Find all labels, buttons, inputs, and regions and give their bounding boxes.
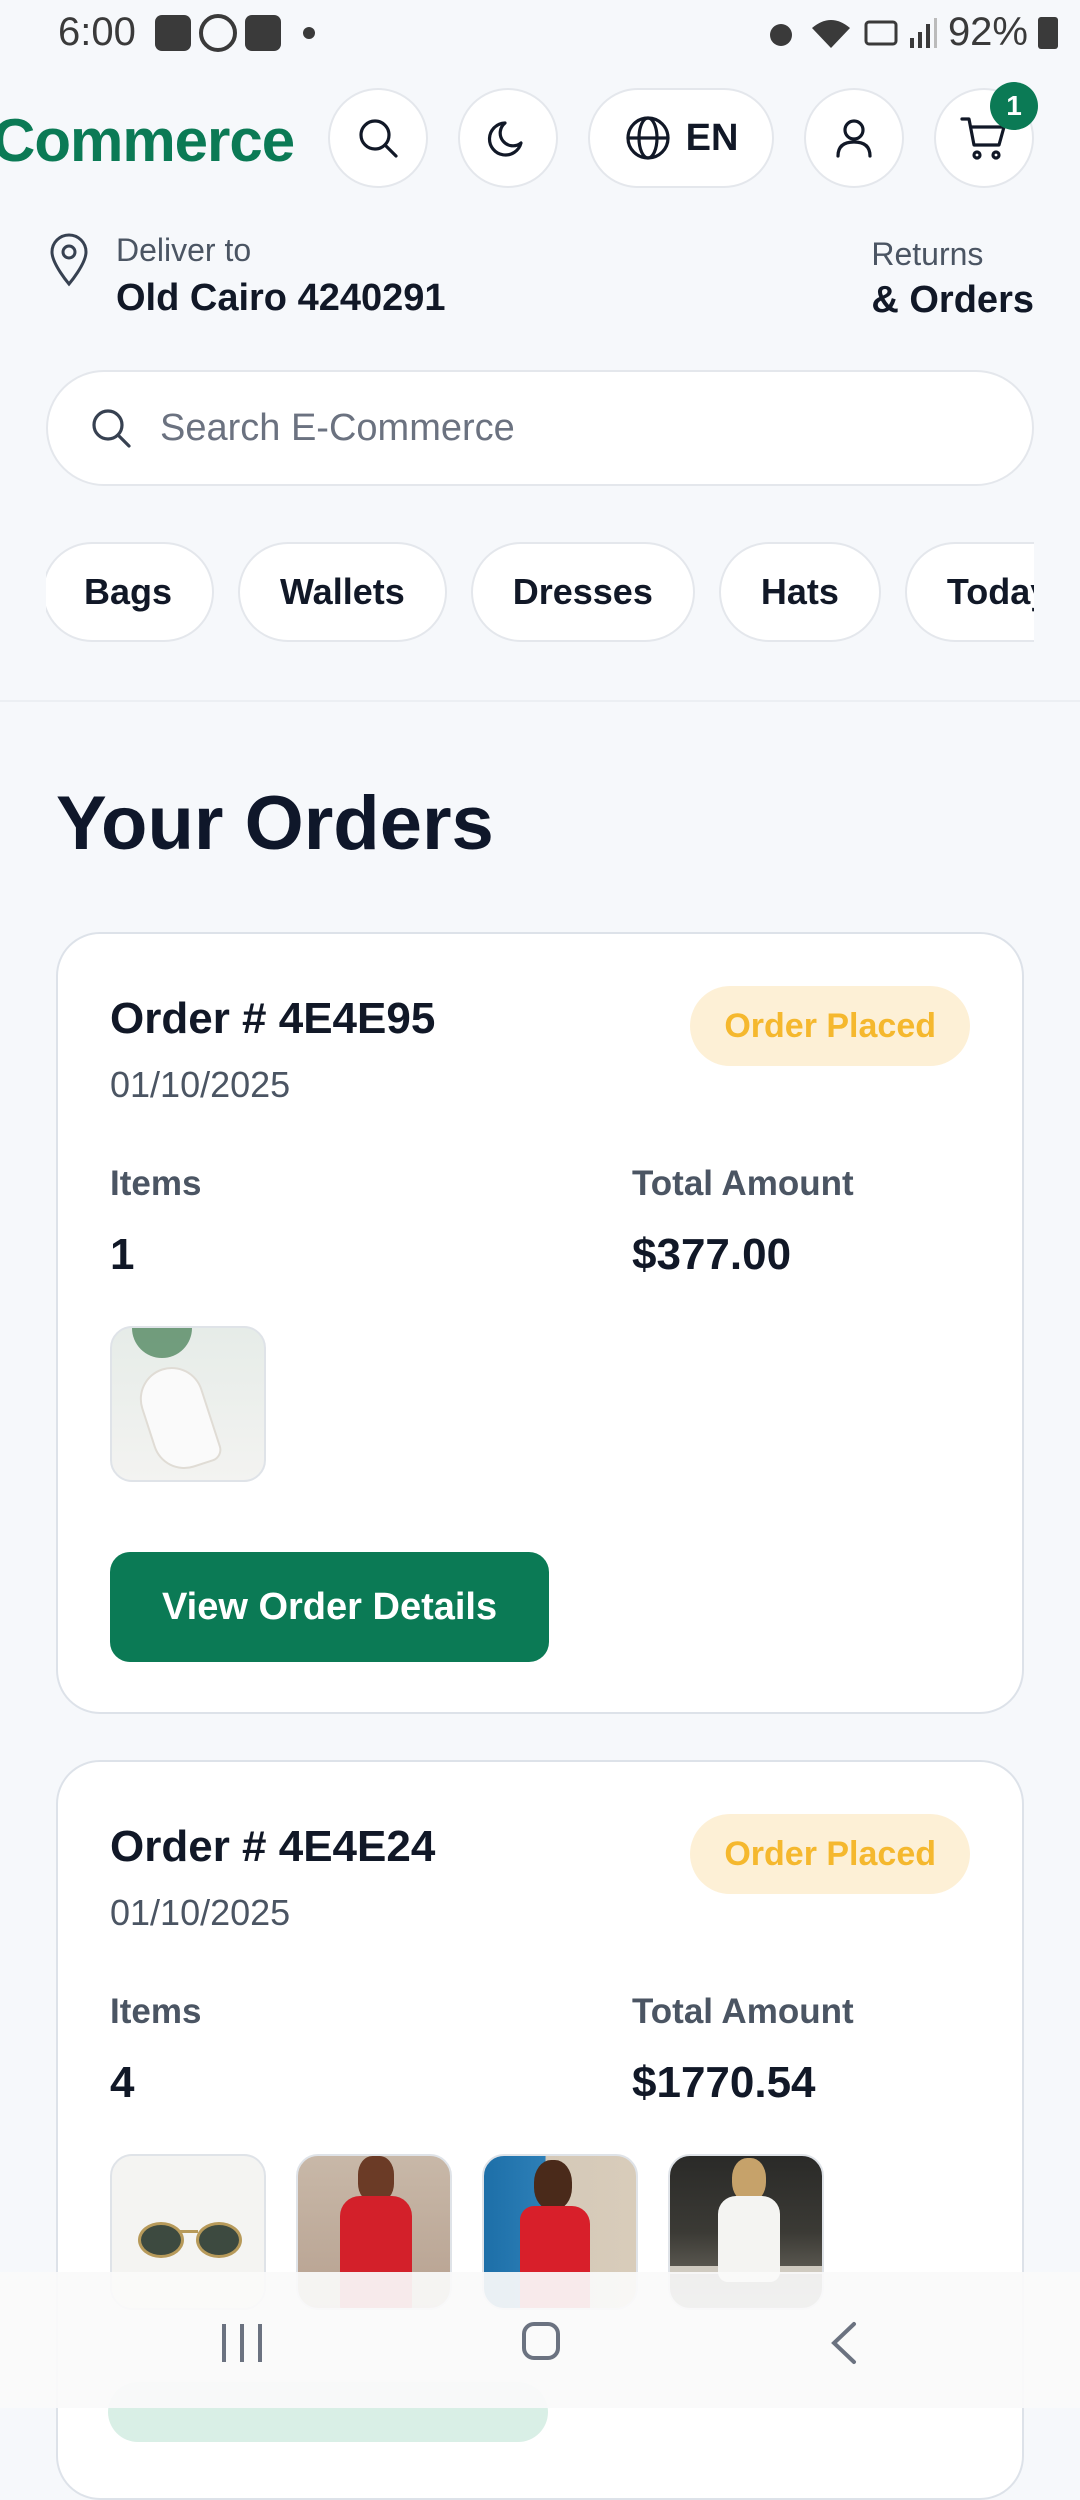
system-nav-bar [0, 2272, 1080, 2408]
alarm-icon [769, 23, 792, 46]
items-label: Items [110, 1164, 202, 1203]
status-time: 6:00 [58, 10, 136, 54]
youtube-icon [245, 15, 281, 51]
lte-icon [864, 20, 898, 45]
search-icon [92, 409, 131, 448]
category-chip-dresses[interactable]: Dresses [470, 542, 695, 642]
more-notifications-icon [303, 27, 315, 39]
battery-percent: 92% [947, 10, 1028, 54]
status-bar: 6:00 92% [0, 0, 1080, 70]
returns-label: Returns [871, 236, 984, 272]
globe-icon [625, 116, 670, 160]
items-label: Items [110, 1992, 202, 2031]
items-count: 1 [110, 1230, 135, 1279]
total-amount: $1770.54 [632, 2058, 816, 2107]
theme-toggle-button[interactable] [458, 88, 558, 188]
total-amount-label: Total Amount [632, 1164, 854, 1203]
total-amount-label: Total Amount [632, 1992, 854, 2031]
language-label: EN [685, 116, 739, 159]
cart-button[interactable]: 1 [934, 82, 1038, 188]
notification-icons [155, 14, 315, 52]
order-card: Order # 4E4E95 01/10/2025 Order Placed I… [56, 932, 1024, 1714]
moon-icon [487, 121, 523, 157]
account-button[interactable] [804, 88, 904, 188]
category-chips: Bags Wallets Dresses Hats Today's [46, 542, 1034, 646]
view-order-details-button[interactable]: View Order Details [110, 1552, 550, 1662]
system-icons: 92% [764, 10, 1058, 55]
status-badge: Order Placed [690, 986, 970, 1066]
order-thumbnails [110, 1326, 266, 1482]
home-button[interactable] [522, 2322, 560, 2360]
page-title: Your Orders [56, 781, 494, 866]
location-pin-icon [46, 232, 92, 320]
cart-count-badge: 1 [990, 82, 1038, 130]
search-input[interactable] [158, 405, 962, 451]
white-heels-image[interactable] [110, 1326, 266, 1482]
status-badge: Order Placed [690, 1814, 970, 1894]
deliver-to-selector[interactable]: Deliver to Old Cairo 4240291 [46, 232, 446, 320]
order-date: 01/10/2025 [110, 1892, 291, 1933]
search-button[interactable] [328, 88, 428, 188]
returns-orders-link[interactable]: Returns & Orders [871, 236, 1034, 322]
deliver-to-label: Deliver to [116, 232, 252, 268]
recents-button[interactable] [222, 2324, 262, 2362]
order-number: Order # 4E4E24 [110, 1822, 436, 1871]
total-amount: $377.00 [632, 1230, 792, 1279]
user-icon [836, 119, 872, 158]
signal-icon [909, 17, 937, 48]
category-chip-bags[interactable]: Bags [46, 542, 215, 642]
order-number: Order # 4E4E95 [110, 994, 436, 1043]
search-icon [359, 119, 398, 158]
divider [0, 700, 1080, 702]
order-date: 01/10/2025 [110, 1064, 291, 1105]
category-chip-todays[interactable]: Today's [904, 542, 1034, 642]
items-count: 4 [110, 2058, 135, 2107]
back-icon [831, 2322, 856, 2364]
app-icon [199, 14, 237, 52]
category-chip-hats[interactable]: Hats [718, 542, 881, 642]
orders-label: & Orders [871, 279, 1034, 321]
gallery-icon [155, 15, 191, 51]
search-bar[interactable] [46, 370, 1034, 486]
delivery-address: Old Cairo 4240291 [116, 277, 446, 319]
brand-logo[interactable]: Commerce [0, 106, 295, 175]
category-chip-wallets[interactable]: Wallets [238, 542, 447, 642]
wifi-icon [811, 19, 850, 48]
battery-icon [1038, 16, 1058, 49]
language-button[interactable]: EN [588, 88, 774, 188]
